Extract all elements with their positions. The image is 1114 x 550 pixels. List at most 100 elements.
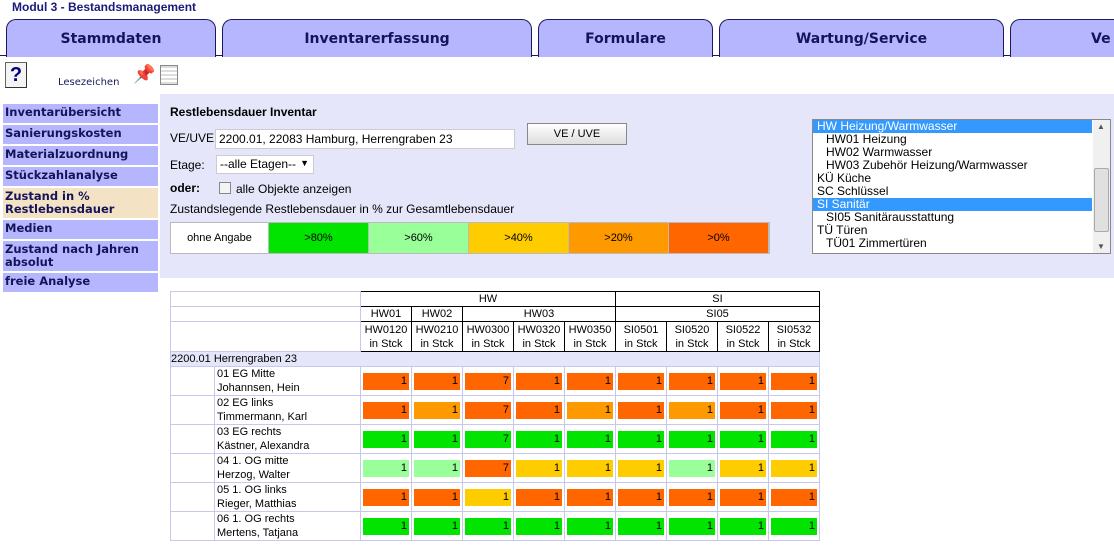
value-cell[interactable]: 1 (717, 482, 769, 512)
value-cell[interactable]: 1 (615, 395, 667, 425)
subgroup-header: HW02 (411, 306, 463, 322)
value-bar: 1 (414, 401, 460, 419)
row-label: 03 EG rechts Kästner, Alexandra (214, 424, 361, 454)
value-cell[interactable]: 1 (564, 366, 616, 396)
scroll-up-icon[interactable]: ▲ (1097, 122, 1105, 131)
value-cell[interactable]: 1 (513, 424, 565, 454)
value-cell[interactable]: 1 (360, 366, 412, 396)
value-cell[interactable]: 1 (360, 453, 412, 483)
row-indent (170, 453, 215, 483)
value-cell[interactable]: 1 (360, 395, 412, 425)
value-cell[interactable]: 1 (717, 395, 769, 425)
scroll-down-icon[interactable]: ▼ (1097, 242, 1105, 251)
tenant-name: Mertens, Tatjana (217, 527, 299, 539)
value-cell[interactable]: 1 (615, 511, 667, 541)
sidebar-item[interactable]: Inventarübersicht (3, 104, 158, 123)
row-indent (170, 366, 215, 396)
category-listbox[interactable]: HW Heizung/Warmwasser HW01 Heizung HW02 Wa… (812, 119, 1111, 254)
value-cell[interactable]: 1 (717, 511, 769, 541)
value-cell[interactable]: 1 (564, 453, 616, 483)
pin-icon[interactable]: 📌 (133, 64, 155, 85)
column-code: HW0210 (415, 323, 459, 336)
value-cell[interactable]: 1 (666, 366, 718, 396)
value-cell[interactable]: 7 (462, 424, 514, 454)
value-cell[interactable]: 1 (666, 453, 718, 483)
bookmarks-label[interactable]: Lesezeichen (58, 77, 119, 88)
value-cell[interactable]: 1 (768, 366, 820, 396)
scroll-thumb[interactable] (1094, 168, 1109, 232)
ve-button[interactable]: VE / UVE (527, 123, 627, 145)
tab-wartung-service[interactable]: Wartung/Service (719, 19, 1004, 57)
value-cell[interactable]: 1 (411, 453, 463, 483)
value-cell[interactable]: 1 (615, 424, 667, 454)
value-cell[interactable]: 1 (411, 395, 463, 425)
value-cell[interactable]: 1 (717, 366, 769, 396)
listbox-option[interactable]: TÜ01 Zimmertüren (813, 237, 1092, 250)
group-header: HW (360, 291, 616, 307)
value-cell[interactable]: 1 (411, 511, 463, 541)
value-cell[interactable]: 1 (666, 424, 718, 454)
sidebar-item[interactable]: freie Analyse (3, 273, 158, 292)
legend-item: >40% (469, 223, 569, 253)
value-cell[interactable]: 1 (615, 482, 667, 512)
sidebar-item[interactable]: Zustand in % Restlebensdauer (3, 188, 158, 218)
etage-select[interactable]: --alle Etagen-- ▼ (216, 155, 314, 174)
all-objects-checkbox[interactable] (219, 182, 231, 194)
value-bar: 1 (771, 372, 817, 390)
tab-inventarerfassung[interactable]: Inventarerfassung (222, 19, 532, 57)
value-cell[interactable]: 1 (513, 395, 565, 425)
listbox-scrollbar[interactable]: ▲ ▼ (1093, 120, 1110, 253)
sidebar-item[interactable]: Zustand nach Jahren absolut (3, 241, 158, 271)
tab-stammdaten[interactable]: Stammdaten (6, 19, 216, 57)
value-cell[interactable]: 1 (360, 511, 412, 541)
value-cell[interactable]: 1 (564, 424, 616, 454)
value-cell[interactable]: 1 (462, 511, 514, 541)
value-cell[interactable]: 7 (462, 366, 514, 396)
value-cell[interactable]: 1 (717, 453, 769, 483)
sidebar-item[interactable]: Sanierungskosten (3, 125, 158, 144)
value-cell[interactable]: 1 (360, 482, 412, 512)
sidebar-item[interactable]: Stückzahlanalyse (3, 167, 158, 186)
value-cell[interactable]: 1 (513, 366, 565, 396)
sidebar-item[interactable]: Medien (3, 220, 158, 239)
tenant-name: Timmermann, Karl (217, 411, 308, 423)
value-bar: 1 (720, 430, 766, 448)
all-objects-label[interactable]: alle Objekte anzeigen (236, 182, 351, 196)
value-cell[interactable]: 7 (462, 395, 514, 425)
tab-formulare[interactable]: Formulare (538, 19, 713, 57)
value-cell[interactable]: 1 (615, 453, 667, 483)
value-cell[interactable]: 1 (768, 395, 820, 425)
value-cell[interactable]: 1 (768, 511, 820, 541)
value-cell[interactable]: 1 (462, 482, 514, 512)
value-cell[interactable]: 1 (666, 395, 718, 425)
tab-ve[interactable]: Ve (1010, 19, 1114, 57)
value-cell[interactable]: 1 (666, 482, 718, 512)
value-cell[interactable]: 1 (768, 424, 820, 454)
value-cell[interactable]: 1 (564, 511, 616, 541)
group-header: SI (615, 291, 820, 307)
ve-input[interactable]: 2200.01, 22083 Hamburg, Herrengraben 23 (215, 129, 515, 149)
value-cell[interactable]: 1 (411, 424, 463, 454)
value-cell[interactable]: 1 (513, 482, 565, 512)
value-cell[interactable]: 1 (666, 511, 718, 541)
value-cell[interactable]: 1 (513, 511, 565, 541)
value-bar: 1 (567, 459, 613, 477)
value-cell[interactable]: 1 (768, 482, 820, 512)
sidebar-item[interactable]: Materialzuordnung (3, 146, 158, 165)
value-cell[interactable]: 1 (513, 453, 565, 483)
value-cell[interactable]: 1 (615, 366, 667, 396)
help-button[interactable]: ? (5, 62, 27, 88)
column-unit: in Stck (471, 337, 505, 350)
document-icon[interactable] (160, 65, 178, 85)
value-cell[interactable]: 1 (564, 482, 616, 512)
value-cell[interactable]: 1 (411, 482, 463, 512)
value-cell[interactable]: 7 (462, 453, 514, 483)
value-cell[interactable]: 1 (360, 424, 412, 454)
value-cell[interactable]: 1 (411, 366, 463, 396)
table-row: 01 EG Mitte Johannsen, Hein 1 1 7 1 1 1 1 1 1 (170, 366, 820, 396)
row-label: 05 1. OG links Rieger, Matthias (214, 482, 361, 512)
value-bar: 1 (669, 430, 715, 448)
value-cell[interactable]: 1 (717, 424, 769, 454)
value-cell[interactable]: 1 (768, 453, 820, 483)
value-cell[interactable]: 1 (564, 395, 616, 425)
